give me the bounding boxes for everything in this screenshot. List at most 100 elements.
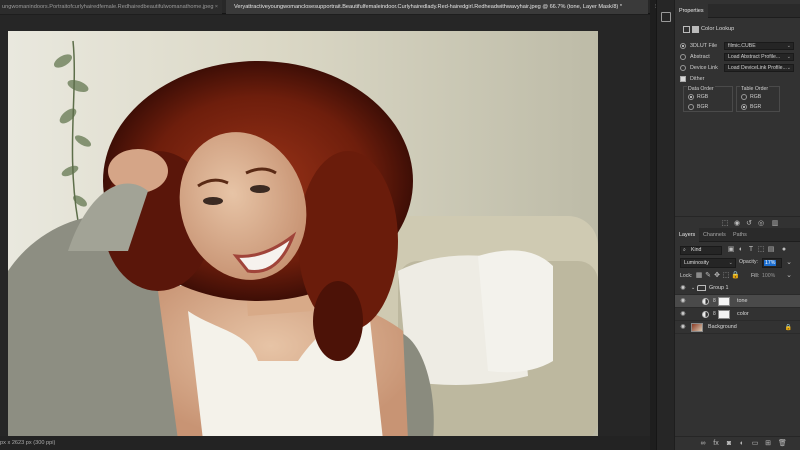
layer-filter-row: ⌕ Kind ▣ ◐ T ⬚ ▤ ● (678, 245, 797, 255)
dither-row[interactable]: Dither (680, 75, 798, 84)
clip-to-layer-icon[interactable]: ⬚ (721, 220, 729, 228)
data-order-rgb-label: RGB (697, 94, 709, 100)
filter-kind-value: Kind (691, 247, 702, 253)
lock-fill-row: Lock: ▦ ✎ ✥ ⬚ 🔒 Fill: 100% ⌄ (678, 271, 797, 281)
canvas-workspace[interactable] (0, 15, 650, 440)
label-device-link: Device Link (690, 65, 718, 71)
view-previous-icon[interactable]: ◉ (733, 220, 741, 228)
table-order-title: Table Order (740, 86, 770, 92)
adjustment-layer-icon (702, 311, 709, 318)
layer-name: Background (708, 324, 737, 330)
new-adjustment-icon[interactable]: ◐ (738, 440, 746, 448)
chevron-down-icon: ⌄ (786, 65, 791, 71)
chevron-down-icon[interactable]: ⌄ (691, 285, 695, 291)
new-layer-icon[interactable]: ⊞ (764, 440, 772, 448)
filter-adjustment-icon[interactable]: ◐ (737, 246, 745, 254)
delete-layer-icon[interactable]: 🗑 (778, 440, 787, 448)
data-order-bgr-label: BGR (697, 104, 709, 110)
layer-style-icon[interactable]: fx (712, 440, 720, 448)
radio-device-link[interactable] (680, 65, 686, 71)
link-layers-icon[interactable]: ∞ (699, 440, 707, 448)
layer-background[interactable]: ◉ Background 🔒 (675, 321, 800, 334)
filter-shape-icon[interactable]: ⬚ (757, 246, 765, 254)
add-mask-icon[interactable]: ◙ (725, 440, 733, 448)
collapsed-panel-strip (656, 0, 674, 450)
table-order-rgb-label: RGB (750, 94, 762, 100)
lock-image-icon[interactable]: ✎ (704, 272, 712, 280)
layers-footer: ∞ fx ◙ ◐ ▭ ⊞ 🗑 (675, 436, 800, 450)
dither-label: Dither (690, 76, 705, 82)
blend-mode-dropdown[interactable]: Luminosity ⌄ (680, 258, 736, 268)
filter-pixel-icon[interactable]: ▣ (727, 246, 735, 254)
radio-data-order-bgr[interactable] (688, 104, 694, 110)
filter-toggle-icon[interactable]: ● (780, 246, 788, 254)
folder-icon (697, 285, 706, 291)
delete-adjustment-icon[interactable]: ▥ (771, 220, 779, 228)
radio-3dlut[interactable] (680, 43, 686, 49)
reset-icon[interactable]: ↺ (745, 220, 753, 228)
dropdown-3dlut-file[interactable]: filmic.CUBE ⌄ (724, 42, 794, 50)
fill-label: Fill: (751, 273, 760, 279)
dropdown-device-link[interactable]: Load DeviceLink Profile... ⌄ (724, 64, 794, 72)
opacity-input[interactable]: 17% (762, 258, 782, 268)
history-icon[interactable] (661, 12, 671, 22)
lookup-row-device-link[interactable]: Device Link Load DeviceLink Profile... ⌄ (680, 64, 798, 73)
opacity-label: Opacity: (739, 259, 759, 265)
layer-mask-thumbnail[interactable] (718, 310, 730, 319)
chevron-down-icon[interactable]: ⌄ (785, 272, 793, 280)
chevron-down-icon: ⌄ (728, 260, 733, 266)
tab-channels[interactable]: Channels (699, 228, 730, 242)
lookup-row-3dlut[interactable]: 3DLUT File filmic.CUBE ⌄ (680, 42, 798, 51)
document-tab-2-active[interactable]: Veryattractiveyoungwomanclosesupportrait… (226, 0, 648, 14)
lock-all-icon[interactable]: 🔒 (731, 272, 740, 280)
lock-position-icon[interactable]: ✥ (713, 272, 721, 280)
link-icon[interactable]: 8 (713, 298, 716, 304)
dropdown-device-link-value: Load DeviceLink Profile... (728, 65, 787, 71)
filter-smart-object-icon[interactable]: ▤ (767, 246, 775, 254)
dropdown-abstract-value: Load Abstract Profile... (728, 54, 781, 60)
link-icon[interactable]: 8 (713, 311, 716, 317)
layer-mask-thumbnail[interactable] (718, 297, 730, 306)
tab-layers[interactable]: Layers (675, 228, 700, 242)
layers-panel: Layers Channels Paths ⌕ Kind ▣ ◐ T ⬚ ▤ ●… (675, 228, 800, 450)
document-tab-1-label: ungwomanindoors.Portraitofcurlyhairedfem… (2, 4, 214, 10)
layer-image-thumbnail[interactable] (691, 323, 703, 332)
lock-icon[interactable]: 🔒 (785, 324, 792, 331)
filter-type-icon[interactable]: T (747, 246, 755, 254)
radio-data-order-rgb[interactable] (688, 94, 694, 100)
chevron-down-icon[interactable]: ⌄ (785, 259, 793, 267)
layer-group-1[interactable]: ◉ ⌄ Group 1 (675, 282, 800, 295)
search-icon: ⌕ (683, 247, 686, 253)
layer-name: Group 1 (709, 285, 729, 291)
document-tab-1[interactable]: ungwomanindoors.Portraitofcurlyhairedfem… (0, 0, 222, 14)
eye-icon[interactable]: ◉ (680, 324, 686, 330)
filter-kind-dropdown[interactable]: ⌕ Kind (680, 246, 722, 255)
chevron-down-icon: ⌄ (786, 43, 791, 49)
lock-transparent-icon[interactable]: ▦ (695, 272, 703, 280)
fill-value[interactable]: 100% (762, 273, 775, 279)
radio-table-order-rgb[interactable] (741, 94, 747, 100)
layer-tone[interactable]: ◉ 8 tone (675, 295, 800, 308)
eye-icon[interactable]: ◉ (680, 298, 686, 304)
dropdown-abstract[interactable]: Load Abstract Profile... ⌄ (724, 53, 794, 61)
eye-icon[interactable]: ◉ (680, 285, 686, 291)
new-group-icon[interactable]: ▭ (751, 440, 759, 448)
lookup-row-abstract[interactable]: Abstract Load Abstract Profile... ⌄ (680, 53, 798, 62)
radio-table-order-bgr[interactable] (741, 104, 747, 110)
dither-checkbox[interactable] (680, 76, 686, 82)
properties-tab-bar: Properties (675, 4, 800, 18)
visibility-icon[interactable]: ◎ (757, 220, 765, 228)
eye-icon[interactable]: ◉ (680, 311, 686, 317)
document-canvas-photo[interactable] (8, 31, 598, 440)
chevron-down-icon: ⌄ (786, 54, 791, 60)
adjustment-layer-icon (702, 298, 709, 305)
tab-paths[interactable]: Paths (729, 228, 751, 242)
tab-properties[interactable]: Properties (675, 4, 708, 18)
lock-artboard-icon[interactable]: ⬚ (722, 272, 730, 280)
radio-abstract[interactable] (680, 54, 686, 60)
layer-color[interactable]: ◉ 8 color (675, 308, 800, 321)
layer-mask-icon[interactable] (692, 26, 699, 33)
close-icon[interactable]: × (215, 0, 218, 14)
opacity-value: 17% (764, 260, 777, 266)
dropdown-3dlut-value: filmic.CUBE (728, 43, 756, 49)
